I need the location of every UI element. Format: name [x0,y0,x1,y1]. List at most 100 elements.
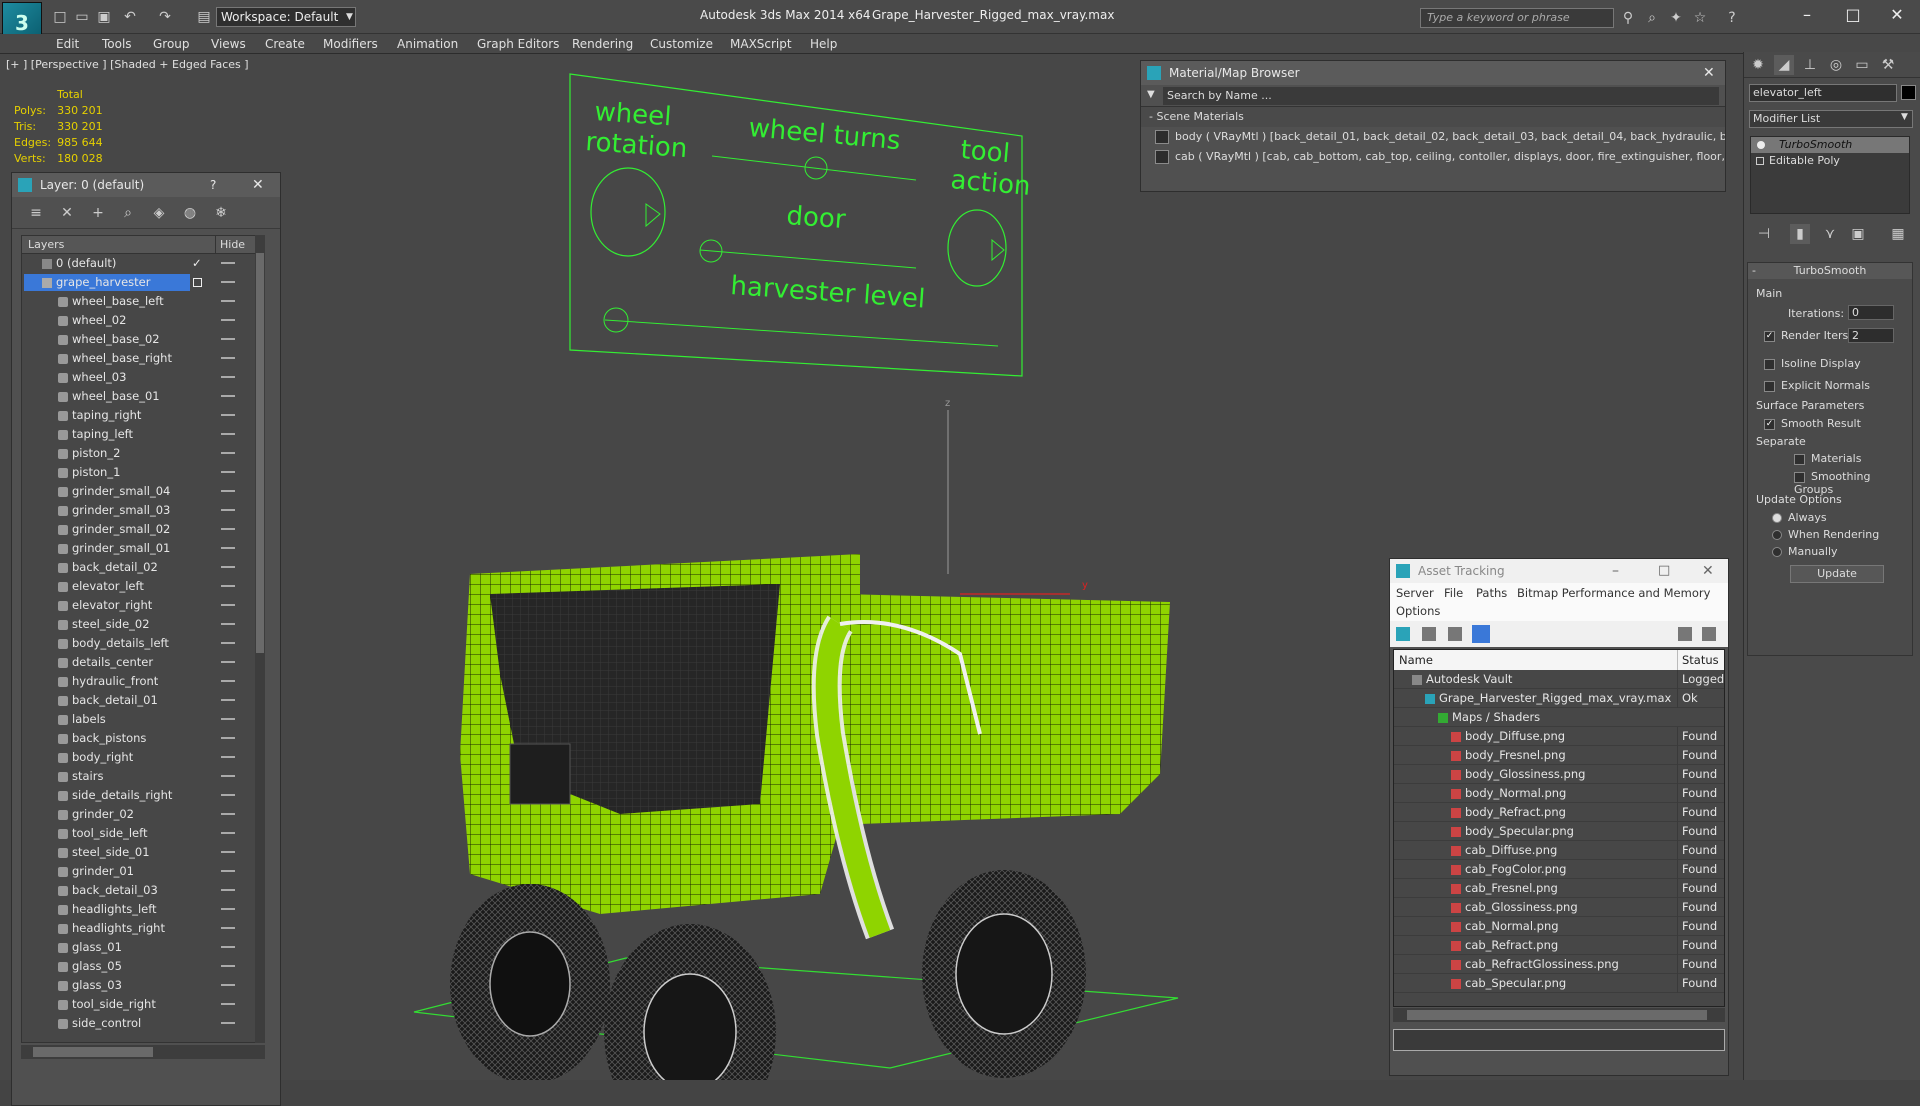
layer-item-row[interactable]: tool_side_right [22,995,264,1014]
menu-file[interactable]: File [1444,586,1463,600]
layer-item-row[interactable]: piston_1 [22,463,264,482]
column-header-name[interactable]: Name [1399,650,1433,670]
chevron-down-icon[interactable]: ▼ [1901,112,1908,122]
hide-toggle[interactable] [221,262,235,264]
asset-row[interactable]: Grape_Harvester_Rigged_max_vray.max Ok [1394,689,1724,708]
menu-maxscript[interactable]: MAXScript [730,34,792,54]
asset-row[interactable]: cab_Glossiness.png Found [1394,898,1724,917]
current-layer-checkbox[interactable] [193,278,202,287]
favorites-star-icon[interactable]: ☆ [1690,8,1710,28]
hide-toggle[interactable] [221,813,235,815]
make-unique-icon[interactable]: ⋎ [1820,224,1840,244]
asset-row[interactable]: body_Specular.png Found [1394,822,1724,841]
materials-checkbox[interactable] [1794,453,1805,465]
show-end-result-icon[interactable]: ▮ [1790,224,1810,244]
smooth-result-checkbox[interactable]: ✓ [1764,418,1775,430]
layer-item-row[interactable]: grinder_01 [22,862,264,881]
scrollbar-thumb[interactable] [33,1047,153,1057]
hide-toggle[interactable] [221,661,235,663]
hide-toggle[interactable] [221,851,235,853]
layer-item-row[interactable]: grinder_small_02 [22,520,264,539]
display-tab-icon[interactable]: ▭ [1852,55,1872,75]
hide-toggle[interactable] [221,319,235,321]
project-folder-icon[interactable]: ▤ [194,7,214,27]
asset-row[interactable]: cab_Fresnel.png Found [1394,879,1724,898]
menu-group[interactable]: Group [153,34,190,54]
asset-row[interactable]: cab_FogColor.png Found [1394,860,1724,879]
menu-bitmap-performance[interactable]: Bitmap Performance and Memory [1517,586,1710,600]
asset-horizontal-scrollbar[interactable] [1393,1008,1725,1022]
layer-item-row[interactable]: side_control [22,1014,264,1033]
asset-row[interactable]: cab_Normal.png Found [1394,917,1724,936]
layer-item-row[interactable]: steel_side_01 [22,843,264,862]
hide-toggle[interactable] [221,509,235,511]
scrollbar-thumb[interactable] [1407,1010,1707,1020]
explicit-normals-checkbox[interactable] [1764,380,1775,392]
expand-icon[interactable] [1756,157,1764,165]
hide-toggle[interactable] [221,452,235,454]
menu-graph-editors[interactable]: Graph Editors [477,34,559,54]
layer-item-row[interactable]: taping_left [22,425,264,444]
add-to-layer-icon[interactable]: + [88,203,108,223]
layer-item-row[interactable]: wheel_base_left [22,292,264,311]
search-icon[interactable]: ⌕ [1642,8,1662,28]
layer-item-row[interactable]: headlights_right [22,919,264,938]
rollout-header[interactable]: - TurboSmooth [1748,263,1912,279]
menu-options[interactable]: Options [1396,604,1440,618]
render-iters-spinner[interactable]: 2 [1848,328,1894,343]
highlight-layer-icon[interactable]: ◈ [149,203,169,223]
redo-icon[interactable]: ↷ [155,7,175,27]
keyword-search-input[interactable]: Type a keyword or phrase [1420,8,1614,28]
render-iters-checkbox[interactable]: ✓ [1764,330,1775,342]
column-header-layers[interactable]: Layers [28,236,64,254]
save-file-icon[interactable]: ▣ [94,7,114,27]
hide-toggle[interactable] [221,642,235,644]
motion-tab-icon[interactable]: ◎ [1826,55,1846,75]
layer-item-row[interactable]: labels [22,710,264,729]
always-radio[interactable] [1772,513,1782,523]
hide-toggle[interactable] [221,528,235,530]
create-tab-icon[interactable]: ✹ [1748,55,1768,75]
menu-server[interactable]: Server [1396,586,1434,600]
table-view-icon[interactable] [1448,627,1462,641]
layer-item-row[interactable]: wheel_base_02 [22,330,264,349]
hide-toggle[interactable] [221,547,235,549]
help-icon[interactable]: ? [1722,8,1742,28]
layer-item-row[interactable]: grinder_small_04 [22,482,264,501]
layer-item-row[interactable]: body_right [22,748,264,767]
hide-toggle[interactable] [221,832,235,834]
hide-toggle[interactable] [221,1022,235,1024]
open-file-icon[interactable]: ▭ [72,7,92,27]
asset-row[interactable]: cab_Specular.png Found [1394,974,1724,993]
stack-item-editable-poly[interactable]: Editable Poly [1751,153,1909,169]
layer-item-row[interactable]: elevator_right [22,596,264,615]
list-view-icon[interactable] [1422,627,1436,641]
menu-views[interactable]: Views [211,34,246,54]
asset-tracking-titlebar[interactable]: Asset Tracking – □ ✕ [1390,559,1728,583]
select-objects-icon[interactable]: ⌕ [118,203,138,223]
object-color-swatch[interactable] [1901,85,1916,100]
menu-modifiers[interactable]: Modifiers [323,34,378,54]
asset-row[interactable]: Maps / Shaders [1394,708,1724,727]
chevron-down-icon[interactable]: ▼ [1147,89,1155,100]
hide-toggle[interactable] [221,680,235,682]
chevron-down-icon[interactable]: ▼ [346,7,360,27]
menu-customize[interactable]: Customize [650,34,713,54]
hide-toggle[interactable] [221,946,235,948]
menu-create[interactable]: Create [265,34,305,54]
wheel-rotation-dial[interactable] [590,167,666,257]
layer-item-row[interactable]: side_details_right [22,786,264,805]
material-browser-titlebar[interactable]: Material/Map Browser ✕ [1141,61,1725,85]
menu-animation[interactable]: Animation [397,34,458,54]
close-icon[interactable]: ✕ [1702,559,1714,583]
asset-row[interactable]: body_Glossiness.png Found [1394,765,1724,784]
new-layer-icon[interactable]: ≡ [26,203,46,223]
delete-layer-icon[interactable]: ✕ [57,203,77,223]
layer-item-row[interactable]: steel_side_02 [22,615,264,634]
close-button[interactable]: ✕ [1874,0,1920,30]
hide-toggle[interactable] [221,566,235,568]
remove-modifier-icon[interactable]: ▣ [1848,224,1868,244]
perspective-viewport[interactable]: [+ ] [Perspective ] [Shaded + Edged Face… [0,52,1920,1106]
asset-row[interactable]: Autodesk Vault Logged O [1394,670,1724,689]
hide-toggle[interactable] [221,357,235,359]
